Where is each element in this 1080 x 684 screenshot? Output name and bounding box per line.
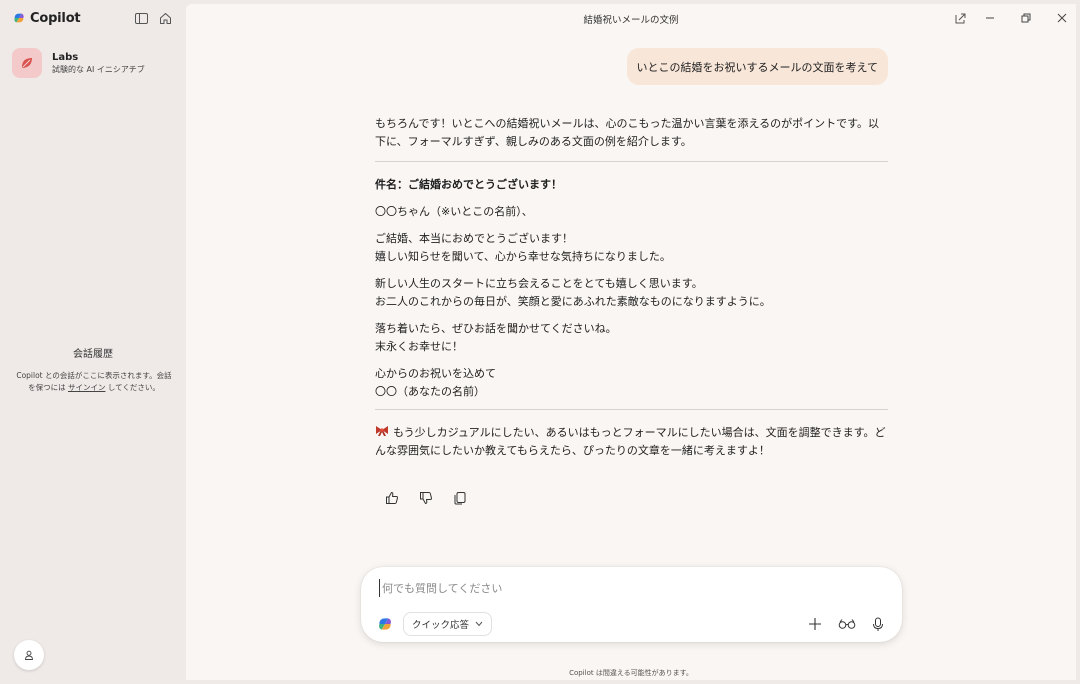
history-title: 会話履歴 <box>73 349 113 360</box>
history-desc-text-end: してください。 <box>105 383 160 392</box>
window-title: 結婚祝いメールの文例 <box>583 15 679 26</box>
copilot-logo-icon <box>379 618 391 630</box>
restore-button[interactable] <box>1016 10 1036 26</box>
minimize-icon <box>986 17 994 19</box>
microphone-icon <box>873 617 883 631</box>
answer-intro: もちろんです！いとこへの結婚祝いメールは、心のこもった温かい言葉を添えるのがポイ… <box>375 117 880 148</box>
signin-link[interactable]: サインイン <box>68 383 106 392</box>
restore-icon <box>1021 13 1031 23</box>
home-icon <box>159 12 171 24</box>
person-icon <box>25 650 33 660</box>
history-description: Copilot との会話がここに表示されます。会話を保つには サインイン してく… <box>14 370 174 394</box>
divider <box>375 161 888 162</box>
home-button[interactable] <box>156 9 174 27</box>
plus-icon <box>809 618 821 630</box>
email-paragraph: 新しい人生のスタートに立ち会えることをとても嬉しく思います。 お二人のこれからの… <box>375 275 888 311</box>
email-line: 新しい人生のスタートに立ち会えることをとても嬉しく思います。 <box>375 277 703 290</box>
add-button[interactable] <box>804 613 826 635</box>
divider <box>375 409 888 410</box>
brand[interactable]: Copilot <box>12 10 81 26</box>
labs-subtitle: 試験的な AI イニシアチブ <box>52 64 145 74</box>
pop-out-icon <box>955 13 965 23</box>
response-mode-dropdown[interactable]: クイック応答 <box>403 612 493 636</box>
thumbs-up-button[interactable] <box>382 488 402 508</box>
ribbon-icon <box>376 426 388 436</box>
sidebar: Copilot Labs 試験的な AI イニシアチブ 会話履歴 Copilot… <box>0 0 186 684</box>
profile-button[interactable] <box>14 640 44 670</box>
closing-text: もう少しカジュアルにしたい、あるいはもっとフォーマルにしたい場合は、文面を調整で… <box>375 426 886 457</box>
thumbs-down-icon <box>420 492 432 504</box>
email-line: 落ち着いたら、ぜひお話を聞かせてくださいね。 <box>375 322 617 335</box>
thumbs-up-icon <box>386 492 398 504</box>
labs-leaf-icon <box>12 48 42 78</box>
email-line: 心からのお祝いを込めて <box>375 367 496 380</box>
disclaimer: Copilot は間違える可能性があります。 <box>569 669 693 677</box>
message-actions <box>382 488 470 508</box>
user-message: いとこの結婚をお祝いするメールの文面を考えて <box>626 48 888 85</box>
thumbs-down-button[interactable] <box>416 488 436 508</box>
labs-title: Labs <box>52 51 79 63</box>
copilot-logo-icon <box>14 13 24 23</box>
close-icon <box>1057 13 1067 23</box>
microphone-button[interactable] <box>867 613 889 635</box>
brand-name: Copilot <box>30 10 81 26</box>
chat-panel: 結婚祝いメールの文例 いとこの結婚をお祝いするメールの文面を考えて もちろんです… <box>186 4 1076 680</box>
chevron-down-icon <box>475 621 483 627</box>
email-line: 末永くお幸せに！ <box>375 340 463 353</box>
email-line: 〇〇（あなたの名前） <box>375 385 485 398</box>
email-signoff: 心からのお祝いを込めて 〇〇（あなたの名前） <box>375 365 888 401</box>
labs-item[interactable]: Labs 試験的な AI イニシアチブ <box>12 47 180 79</box>
close-button[interactable] <box>1052 10 1072 26</box>
email-subject: 件名：ご結婚おめでとうございます！ <box>375 178 562 191</box>
vision-button[interactable] <box>836 613 858 635</box>
email-line: お二人のこれからの毎日が、笑顔と愛にあふれた素敵なものになりますように。 <box>375 295 771 308</box>
email-line: 嬉しい知らせを聞いて、心から幸せな気持ちになりました。 <box>375 250 671 263</box>
answer-closing: もう少しカジュアルにしたい、あるいはもっとフォーマルにしたい場合は、文面を調整で… <box>375 424 888 460</box>
pop-out-button[interactable] <box>950 10 970 26</box>
glasses-icon <box>838 619 856 629</box>
response-mode-label: クイック応答 <box>412 620 470 631</box>
email-greeting: 〇〇ちゃん（※いとこの名前）、 <box>375 205 533 218</box>
copy-button[interactable] <box>450 488 470 508</box>
message-input[interactable] <box>379 579 879 597</box>
sidebar-toggle-button[interactable] <box>132 9 150 27</box>
copy-icon <box>454 492 466 505</box>
email-line: ご結婚、本当におめでとうございます！ <box>375 232 573 245</box>
sidebar-toggle-icon <box>134 12 148 24</box>
email-paragraph: 落ち着いたら、ぜひお話を聞かせてくださいね。 末永くお幸せに！ <box>375 320 888 356</box>
email-paragraph: ご結婚、本当におめでとうございます！ 嬉しい知らせを聞いて、心から幸せな気持ちに… <box>375 230 888 266</box>
assistant-message: もちろんです！いとこへの結婚祝いメールは、心のこもった温かい言葉を添えるのがポイ… <box>375 115 888 460</box>
composer: クイック応答 <box>361 567 902 642</box>
minimize-button[interactable] <box>980 10 1000 26</box>
